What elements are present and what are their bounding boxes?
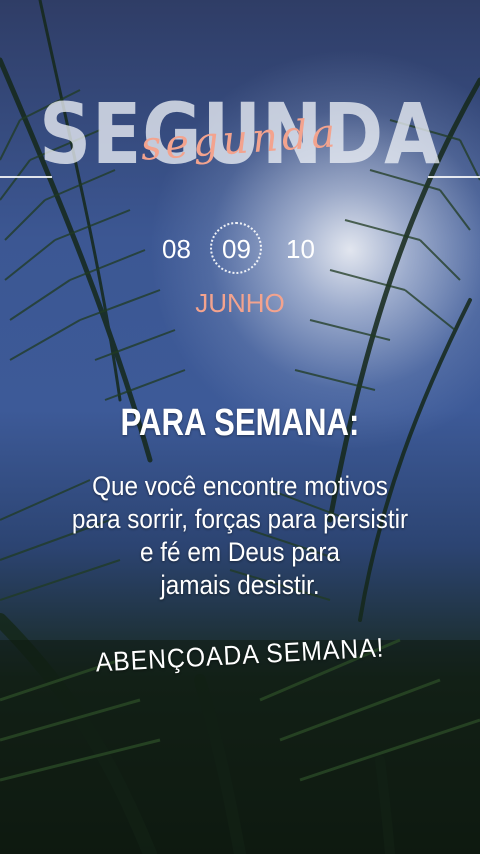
date-previous: 08: [162, 234, 191, 264]
message-body: Que você encontre motivos para sorrir, f…: [0, 470, 480, 602]
date-strip: 08 09 10: [0, 222, 480, 276]
month-label: JUNHO: [195, 288, 285, 318]
message-line: e fé em Deus para: [140, 537, 340, 567]
message-line: jamais desistir.: [160, 570, 320, 600]
message-line: para sorrir, forças para persistir: [71, 504, 409, 534]
date-next: 10: [286, 234, 315, 264]
message-line: Que você encontre motivos: [92, 471, 388, 501]
date-current: 09: [222, 234, 251, 264]
message-heading: PARA SEMANA:: [120, 402, 360, 444]
